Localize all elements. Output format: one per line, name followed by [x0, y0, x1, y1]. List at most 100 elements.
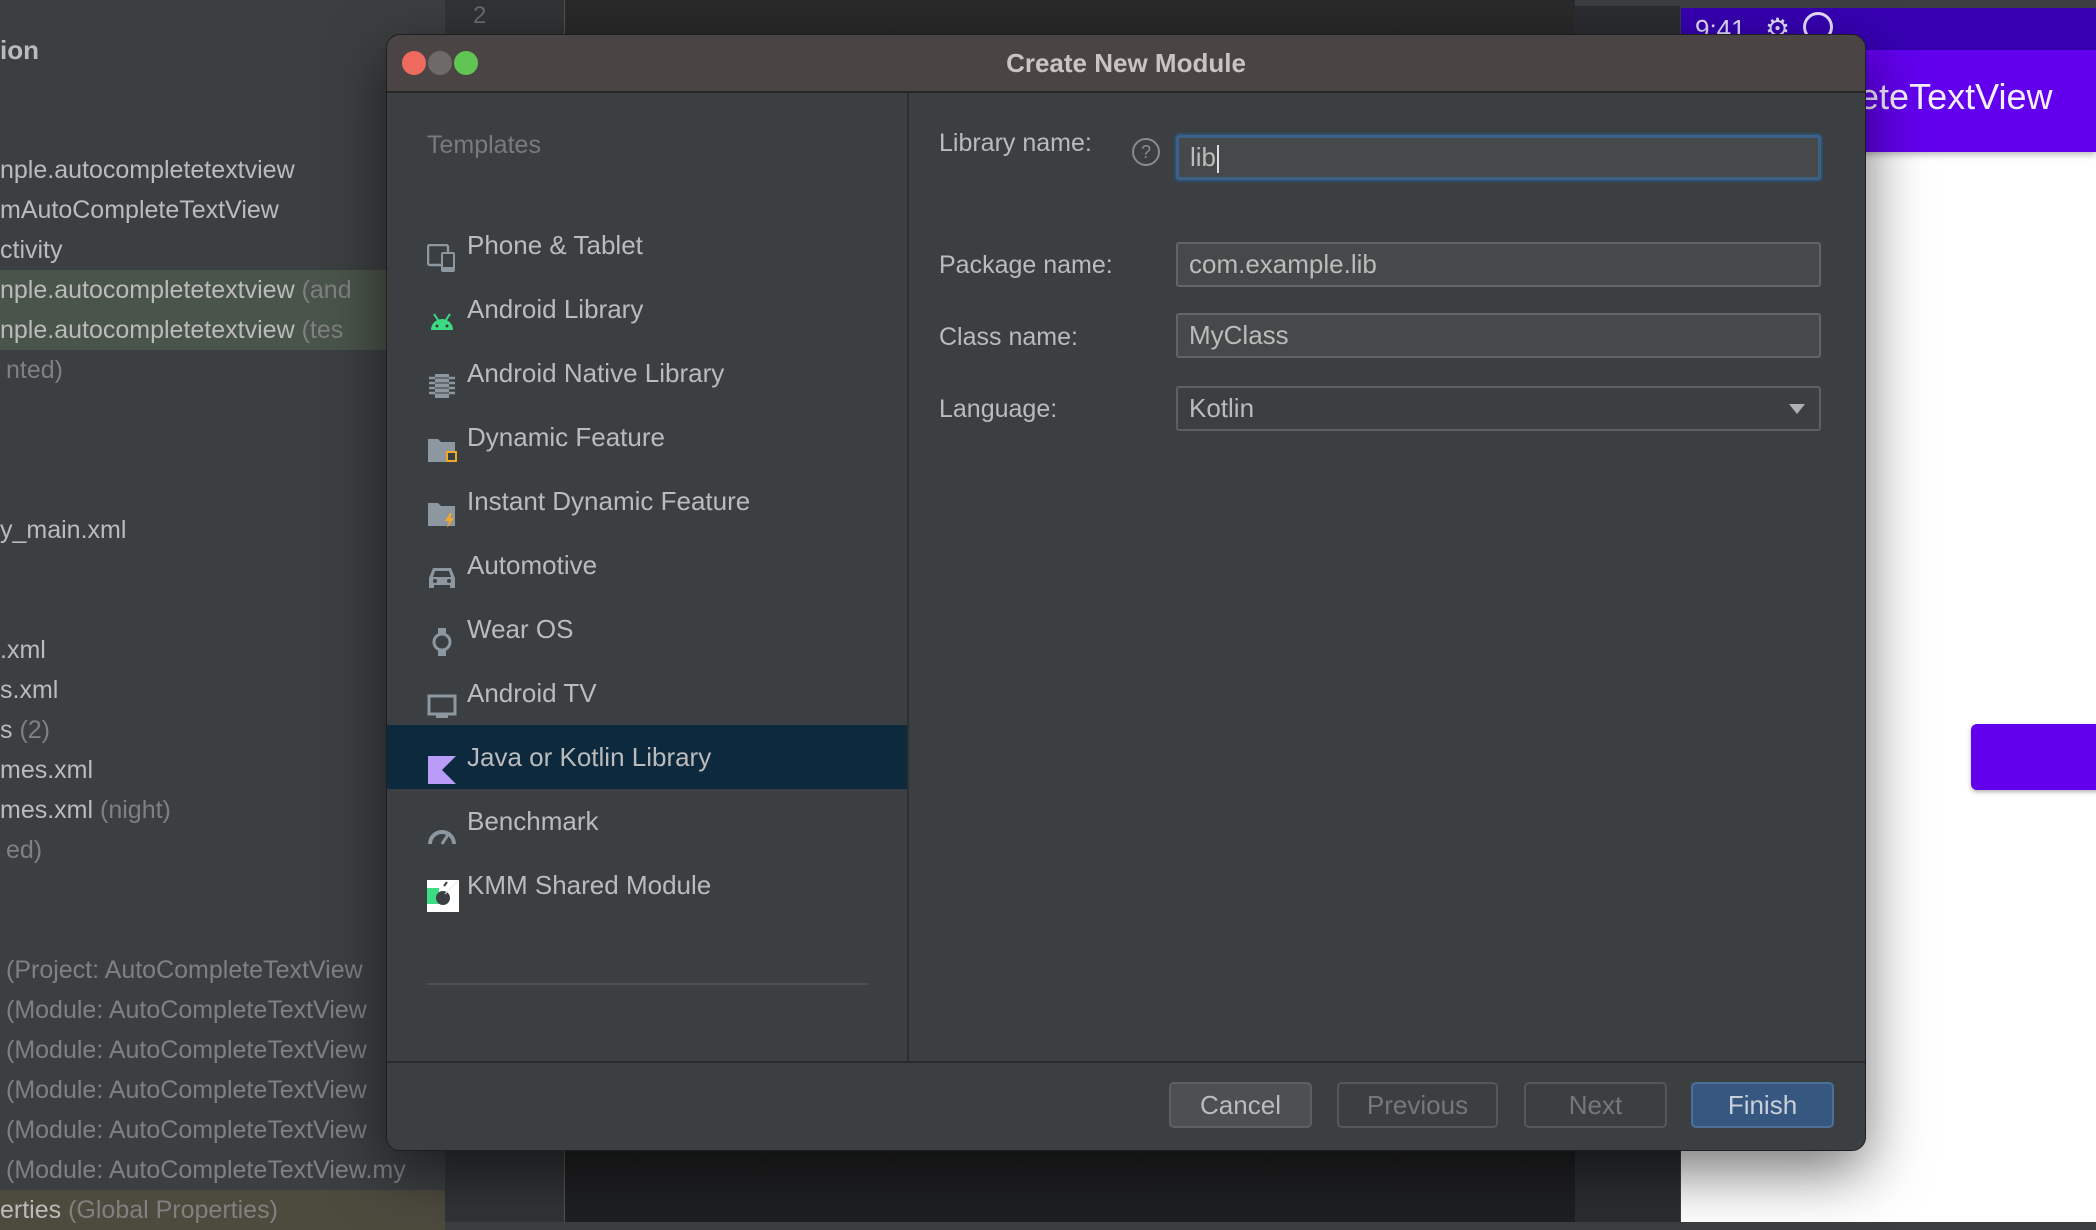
text-caret	[1217, 145, 1220, 174]
cancel-button[interactable]: Cancel	[1169, 1082, 1312, 1128]
project-tree-row[interactable]: ctivity	[0, 230, 445, 270]
library-name-value: lib	[1190, 142, 1217, 172]
template-item-java-or-kotlin-library[interactable]: Java or Kotlin Library	[387, 725, 907, 789]
template-item-label: Phone & Tablet	[467, 230, 643, 260]
gauge-icon	[427, 807, 457, 845]
template-item-label: Benchmark	[467, 806, 599, 836]
instant-feature-folder-icon	[427, 487, 457, 528]
project-tree-row[interactable]: mAutoCompleteTextView	[0, 190, 445, 230]
project-tree-row[interactable]: nple.autocompletetextview (tes	[0, 310, 445, 350]
template-item-label: Java or Kotlin Library	[467, 742, 712, 772]
tree-row-detail: (Module: AutoCompleteTextView	[6, 996, 367, 1024]
template-item-label: KMM Shared Module	[467, 870, 712, 900]
tree-row-detail: (2)	[12, 716, 50, 744]
tree-row-label: s.xml	[0, 676, 59, 704]
watch-icon	[427, 615, 457, 656]
tree-row-label: ion	[0, 35, 39, 65]
dynamic-feature-folder-icon	[427, 423, 457, 462]
language-select[interactable]: Kotlin	[1176, 386, 1821, 431]
project-tree-row[interactable]: mes.xml (night)	[0, 790, 445, 830]
kmm-icon	[427, 871, 460, 912]
tree-row-label: mes.xml	[0, 796, 94, 824]
template-item-instant-dynamic-feature[interactable]: Instant Dynamic Feature	[387, 469, 907, 533]
project-tree-row[interactable]: ed)	[0, 830, 445, 870]
tv-icon	[427, 679, 457, 718]
tree-row-detail: (Module: AutoCompleteTextView	[6, 1076, 367, 1104]
project-tree-row[interactable]: (Module: AutoCompleteTextView	[0, 1030, 445, 1070]
next-button[interactable]: Next	[1524, 1082, 1667, 1128]
project-tree-row[interactable]: mes.xml	[0, 750, 445, 790]
tree-row-label: ctivity	[0, 236, 63, 264]
template-item-kmm-shared-module[interactable]: KMM Shared Module	[387, 853, 907, 917]
project-tree-row[interactable]: nple.autocompletetextview	[0, 150, 445, 190]
project-panel: ion nple.autocompletetextview mAutoComplet…	[0, 0, 445, 1230]
dialog-titlebar[interactable]: Create New Module	[387, 35, 1865, 93]
project-tree-row[interactable]: (Project: AutoCompleteTextView	[0, 950, 445, 990]
tree-row-detail: (and	[294, 276, 352, 304]
template-item-android-native-library[interactable]: Android Native Library	[387, 341, 907, 405]
project-tree-row[interactable]: (Module: AutoCompleteTextView	[0, 990, 445, 1030]
car-icon	[427, 551, 457, 588]
project-tree-row[interactable]: s.xml	[0, 670, 445, 710]
tree-row-label: nple.autocompletetextview	[0, 316, 295, 344]
preview-button[interactable]	[1971, 724, 2096, 790]
create-new-module-dialog: Create New Module Templates Phone & Tabl…	[386, 34, 1866, 1151]
previous-button[interactable]: Previous	[1337, 1082, 1498, 1128]
tree-row-label: nple.autocompletetextview	[0, 156, 295, 184]
tree-row-detail: (Global Properties)	[61, 1196, 278, 1224]
tree-row-detail: (Project: AutoCompleteTextView	[6, 956, 363, 984]
tree-row-label: .xml	[0, 636, 46, 664]
library-name-input[interactable]: lib	[1176, 135, 1821, 180]
dialog-title: Create New Module	[1006, 48, 1246, 78]
template-item-android-tv[interactable]: Android TV	[387, 661, 907, 725]
templates-pane: Templates Phone & Tablet Android Library A…	[387, 93, 909, 1101]
language-selected-value: Kotlin	[1189, 393, 1255, 423]
template-item-label: Automotive	[467, 550, 598, 580]
template-item-android-library[interactable]: Android Library	[387, 277, 907, 341]
project-tree-row[interactable]: ion	[0, 30, 445, 70]
project-tree-row[interactable]: nple.autocompletetextview (and	[0, 270, 445, 310]
tree-row-label: mAutoCompleteTextView	[0, 196, 279, 224]
module-form: Library name: ? lib Package name: com.ex…	[909, 93, 1865, 1061]
template-item-label: Instant Dynamic Feature	[467, 486, 751, 516]
templates-divider	[427, 983, 867, 985]
tree-row-label: erties	[0, 1196, 62, 1224]
project-tree-row[interactable]: erties (Global Properties)	[0, 1190, 445, 1230]
library-name-label: Library name: ?	[939, 129, 1160, 166]
template-item-label: Android Native Library	[467, 358, 725, 388]
project-tree-row[interactable]: (Module: AutoCompleteTextView.my	[0, 1150, 445, 1190]
project-tree-row[interactable]: nted)	[0, 350, 445, 390]
project-tree-row[interactable]: (Module: AutoCompleteTextView	[0, 1070, 445, 1110]
template-item-phone-tablet[interactable]: Phone & Tablet	[387, 213, 907, 277]
package-name-label: Package name:	[939, 251, 1113, 279]
language-label: Language:	[939, 395, 1058, 423]
template-item-dynamic-feature[interactable]: Dynamic Feature	[387, 405, 907, 469]
project-tree-row[interactable]: .xml	[0, 630, 445, 670]
template-item-benchmark[interactable]: Benchmark	[387, 789, 907, 853]
tree-row-detail: (tes	[294, 316, 344, 344]
android-icon	[427, 295, 457, 330]
project-tree-row[interactable]: (Module: AutoCompleteTextView	[0, 1110, 445, 1150]
class-name-label: Class name:	[939, 323, 1078, 351]
template-item-automotive[interactable]: Automotive	[387, 533, 907, 597]
help-icon[interactable]: ?	[1132, 138, 1160, 166]
tree-row-label: mes.xml	[0, 756, 94, 784]
template-item-label: Wear OS	[467, 614, 574, 644]
package-name-input[interactable]: com.example.lib	[1176, 242, 1821, 287]
class-name-input[interactable]: MyClass	[1176, 313, 1821, 358]
template-item-label: Android Library	[467, 294, 644, 324]
tree-row-detail: nted)	[6, 356, 63, 384]
tree-row-detail: (Module: AutoCompleteTextView.my	[6, 1156, 406, 1184]
tree-row-detail: ed)	[6, 836, 43, 864]
tree-row-detail: (Module: AutoCompleteTextView	[6, 1036, 367, 1064]
tree-row-label: s	[0, 716, 13, 744]
template-item-label: Dynamic Feature	[467, 422, 665, 452]
tree-row-label: y_main.xml	[0, 516, 127, 544]
project-tree-row[interactable]: s (2)	[0, 710, 445, 750]
line-number: 2	[473, 2, 487, 29]
finish-button[interactable]: Finish	[1691, 1082, 1834, 1128]
template-item-wear-os[interactable]: Wear OS	[387, 597, 907, 661]
project-tree-row[interactable]: y_main.xml	[0, 510, 445, 550]
dialog-footer: Cancel Previous Next Finish	[387, 1061, 1865, 1150]
chip-icon	[427, 359, 457, 398]
